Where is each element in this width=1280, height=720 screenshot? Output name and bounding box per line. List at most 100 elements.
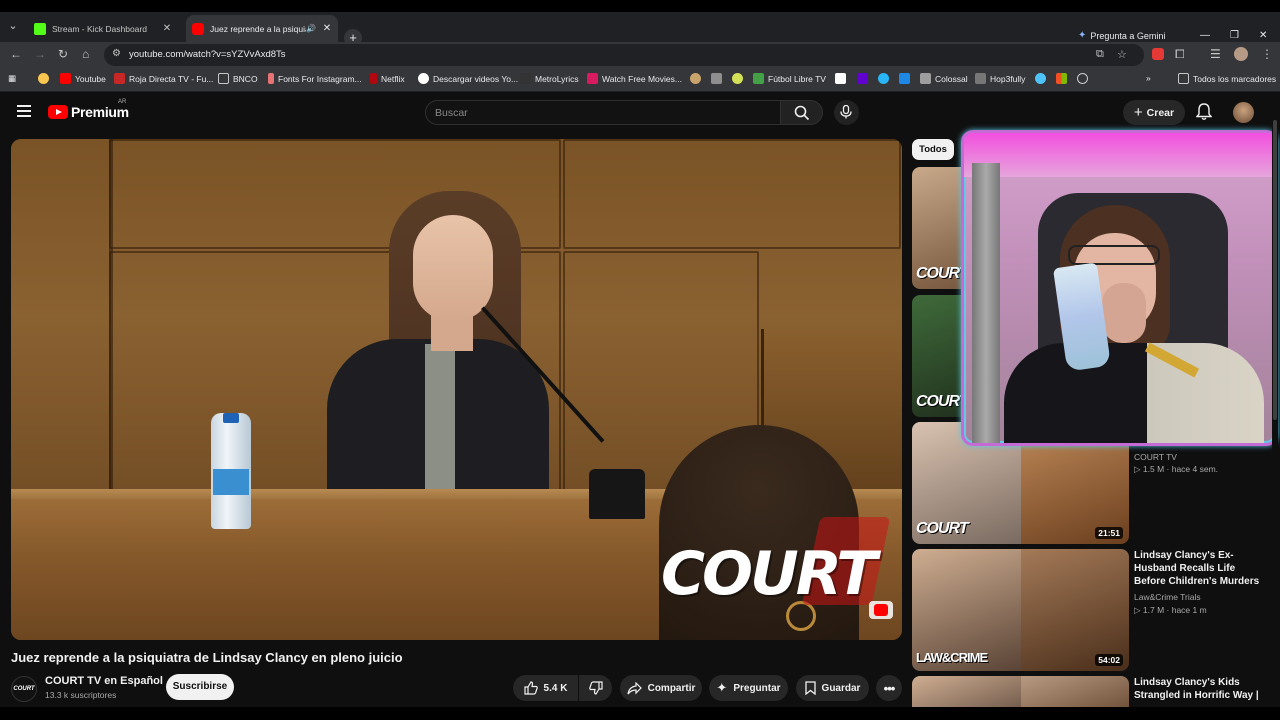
bookmark-icon-b[interactable] — [711, 73, 722, 84]
bookmark-netflix[interactable]: Netflix — [370, 73, 405, 84]
close-window-icon[interactable]: ✕ — [1259, 30, 1267, 41]
user-avatar[interactable] — [1233, 102, 1254, 123]
metrolyrics-icon — [520, 73, 531, 84]
futbol-icon — [753, 73, 764, 84]
media-controls-icon[interactable]: ☰ — [1210, 47, 1221, 61]
minimize-icon[interactable]: — — [1200, 30, 1210, 41]
browser-tab-bar: ⌄ Stream - Kick Dashboard ✕ Juez reprend… — [0, 12, 1280, 47]
share-label: Compartir — [647, 682, 696, 694]
bottle-label — [213, 469, 249, 495]
plus-icon: + — [1133, 104, 1143, 121]
video-title: Juez reprende a la psiquiatra de Lindsay… — [11, 650, 403, 665]
search-input[interactable]: Buscar — [425, 100, 781, 125]
reload-icon[interactable]: ↻ — [58, 47, 68, 61]
search-placeholder: Buscar — [435, 107, 468, 119]
scrollbar-thumb[interactable] — [1273, 120, 1277, 420]
youtube-watermark-icon[interactable] — [869, 601, 893, 619]
close-tab-icon[interactable]: ✕ — [160, 23, 174, 34]
more-actions-button[interactable]: ••• — [876, 675, 902, 701]
restore-icon[interactable]: ❐ — [1230, 30, 1239, 41]
bookmark-icon-a[interactable] — [690, 73, 701, 84]
related-title[interactable]: Lindsay Clancy's Kids Strangled in Horri… — [1134, 676, 1264, 702]
youtube-header: Premium AR Buscar + Crear — [0, 93, 1280, 131]
menu-icon[interactable] — [17, 105, 31, 117]
voice-search-button[interactable] — [834, 100, 859, 125]
site-info-icon[interactable]: ⚙ — [112, 48, 121, 59]
chrome-menu-icon[interactable]: ⋮ — [1261, 47, 1273, 61]
tab-search-icon[interactable]: ⌄ — [4, 17, 22, 35]
bookmark-globe[interactable] — [1077, 73, 1088, 84]
profile-avatar[interactable] — [1234, 47, 1248, 61]
browser-toolbar: ← → ↻ ⌂ ⚙ youtube.com/watch?v=sYZVvAxd8T… — [0, 42, 1280, 68]
witness-shirt — [425, 344, 455, 494]
bookmark-colossal[interactable]: Colossal — [920, 73, 968, 84]
back-icon[interactable]: ← — [10, 47, 22, 61]
court-tv-watermark: COURT — [661, 539, 877, 609]
channel-name[interactable]: COURT TV en Español — [45, 675, 163, 687]
bookmark-icon-e[interactable] — [878, 73, 889, 84]
bookmark-watch-free-movies[interactable]: Watch Free Movies... — [587, 73, 682, 84]
related-title[interactable]: Lindsay Clancy's Ex-Husband Recalls Life… — [1134, 549, 1264, 588]
region-code: AR — [118, 99, 127, 105]
video-duration: 21:51 — [1095, 527, 1123, 539]
youtube-favicon-icon — [192, 22, 204, 35]
bookmark-futbol-libre[interactable]: Fútbol Libre TV — [753, 73, 826, 84]
emoji-bookmark-icon[interactable] — [38, 73, 49, 84]
bookmark-fonts[interactable]: Fonts For Instagram... — [268, 73, 362, 84]
ask-button[interactable]: ✦ Preguntar — [709, 675, 788, 701]
bookmark-yahoo[interactable] — [857, 73, 868, 84]
like-button[interactable]: 5.4 K — [513, 675, 578, 701]
thumbs-up-icon — [523, 681, 538, 695]
bookmark-youtube[interactable]: Youtube — [60, 73, 106, 84]
apps-grid-icon[interactable]: ▦ — [8, 73, 16, 84]
bookmark-icon-d[interactable] — [835, 73, 846, 84]
bookmark-metrolyrics[interactable]: MetroLyrics — [520, 73, 579, 84]
youtube-play-icon — [48, 105, 68, 119]
all-bookmarks[interactable]: Todos los marcadores — [1178, 73, 1276, 84]
close-tab-icon[interactable]: ✕ — [320, 23, 334, 34]
subscribe-button[interactable]: Suscribirse — [166, 674, 234, 700]
speaker-icon[interactable]: 🔊 — [306, 24, 316, 33]
bookmark-descargar[interactable]: Descargar videos Yo... — [418, 73, 518, 84]
streamer-glasses — [1068, 245, 1160, 265]
url-text[interactable]: youtube.com/watch?v=sYZVvAxd8Ts — [129, 49, 286, 60]
bookmark-icon-g[interactable] — [1035, 73, 1046, 84]
more-bookmarks-icon[interactable]: » — [1146, 73, 1151, 83]
save-button[interactable]: Guardar — [796, 675, 869, 701]
share-button[interactable]: Compartir — [620, 675, 702, 701]
save-label: Guardar — [821, 682, 861, 694]
related-channel[interactable]: Law&Crime Trials — [1134, 592, 1201, 602]
extension-icon[interactable] — [1152, 48, 1164, 60]
bookmark-icon-f[interactable] — [899, 73, 910, 84]
bookmark-roja-directa[interactable]: Roja Directa TV - Fu... — [114, 73, 213, 84]
create-button[interactable]: + Crear — [1123, 100, 1185, 125]
bookmark-bnco[interactable]: BNCO — [218, 73, 258, 84]
bookmark-microsoft[interactable] — [1056, 73, 1067, 84]
tab-kick-dashboard[interactable]: Stream - Kick Dashboard ✕ — [28, 15, 178, 42]
channel-avatar[interactable]: COURT — [11, 676, 37, 702]
bookmark-star-icon[interactable]: ☆ — [1117, 48, 1127, 61]
background-door — [972, 163, 1000, 443]
address-bar[interactable]: ⚙ youtube.com/watch?v=sYZVvAxd8Ts ⧉ ☆ — [104, 44, 1144, 66]
youtube-logo[interactable]: Premium AR — [48, 99, 129, 120]
related-thumbnail[interactable]: LAW&CRIME 54:02 — [912, 549, 1129, 671]
install-icon[interactable]: ⧉ — [1096, 48, 1104, 61]
extensions-puzzle-icon[interactable]: ⧠ — [1175, 47, 1185, 62]
bookmark-icon-c[interactable] — [732, 73, 743, 84]
video-player[interactable]: COURT — [11, 139, 902, 640]
search-button[interactable] — [781, 100, 823, 125]
home-icon[interactable]: ⌂ — [82, 47, 89, 61]
witness-face — [413, 215, 493, 321]
bookmark-hop3fully[interactable]: Hop3fully — [975, 73, 1025, 84]
tab-title: Stream - Kick Dashboard — [52, 23, 147, 34]
gemini-icon: ✦ — [1078, 30, 1087, 41]
tab-youtube-video[interactable]: Juez reprende a la psiquiat 🔊 ✕ — [186, 15, 338, 42]
thumbnail-brand: COURT — [916, 265, 969, 282]
related-channel[interactable]: COURT TV — [1134, 452, 1177, 462]
dislike-button[interactable] — [579, 675, 612, 701]
video-duration: 54:02 — [1095, 654, 1123, 666]
gemini-button[interactable]: ✦ Pregunta a Gemini — [1078, 30, 1165, 41]
notifications-bell-icon[interactable] — [1196, 103, 1212, 121]
filter-chip-all[interactable]: Todos — [912, 139, 954, 160]
forward-icon[interactable]: → — [34, 47, 46, 61]
